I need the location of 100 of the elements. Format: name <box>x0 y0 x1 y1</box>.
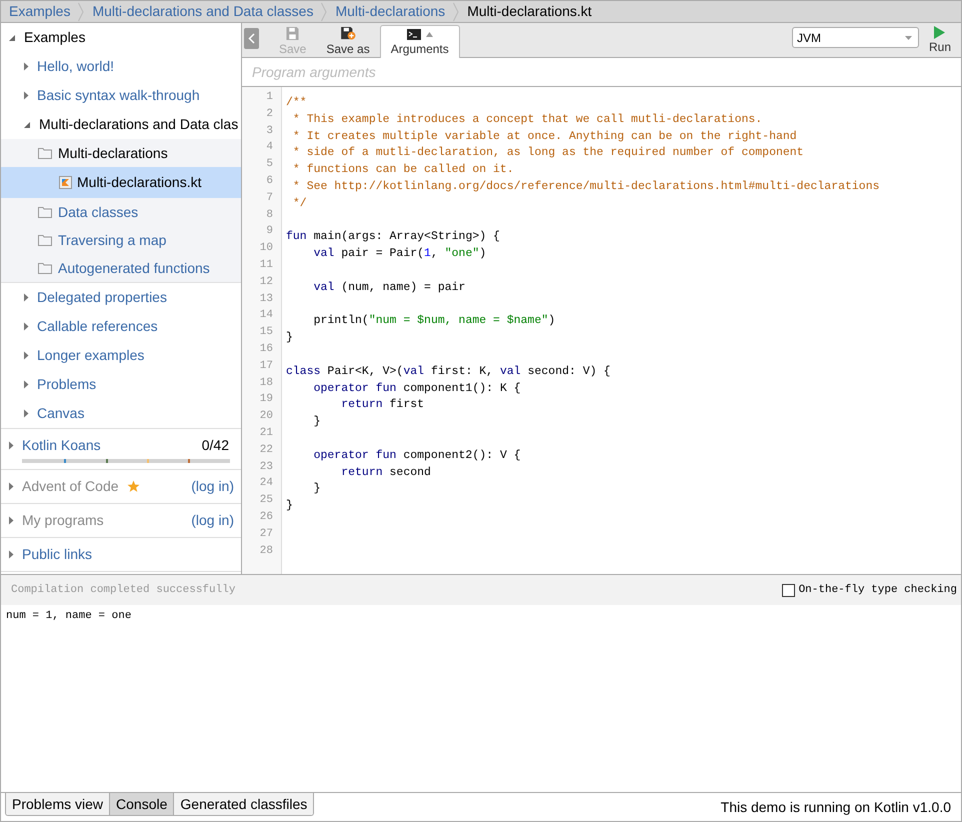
line-number: 19 <box>258 392 274 408</box>
line-number: 27 <box>258 526 274 542</box>
folder-item[interactable]: Traversing a map <box>58 230 166 250</box>
line-number: 13 <box>258 292 274 307</box>
folder-icon <box>38 147 52 159</box>
code-line: * side of a mutli-declaration, as long as the required number of component <box>292 146 804 160</box>
breadcrumb-item[interactable]: Multi-declarations <box>327 1 454 22</box>
folder-icon <box>38 206 52 218</box>
target-select[interactable]: JVM <box>792 27 919 48</box>
collapsed-arrow-icon[interactable] <box>8 550 14 559</box>
line-number: 2 <box>265 106 274 122</box>
collapsed-arrow-icon[interactable] <box>23 293 29 302</box>
tree-item[interactable]: Examples <box>24 27 86 48</box>
tree-item[interactable]: Multi-declarations and Data clas <box>39 114 238 135</box>
folder-item[interactable]: Multi-declarations <box>58 142 168 164</box>
line-number: 6 <box>265 174 274 189</box>
line-number: 18 <box>258 376 274 391</box>
progress-count: 0/42 <box>202 436 230 455</box>
console-output: num = 1, name = one <box>6 609 132 624</box>
expanded-arrow-icon[interactable] <box>23 120 31 128</box>
console-tab[interactable]: Generated classfiles <box>173 793 314 815</box>
tree-item[interactable]: Delegated properties <box>37 287 167 308</box>
program-arguments-field[interactable]: Program arguments <box>242 58 961 87</box>
tree-item[interactable]: Problems <box>37 374 96 395</box>
collapsed-arrow-icon[interactable] <box>8 441 14 450</box>
section-title[interactable]: Kotlin Koans <box>22 435 101 456</box>
breadcrumb-separator-icon <box>453 2 460 22</box>
line-number: 7 <box>265 190 274 206</box>
code-line: * This example introduces a concept that we call mutli-declarations. <box>292 112 762 126</box>
toolbar-button[interactable]: Save as <box>316 24 380 57</box>
terminal-icon <box>406 29 421 40</box>
line-number: 17 <box>258 358 274 374</box>
collapsed-arrow-icon[interactable] <box>23 380 29 389</box>
caret-up-icon <box>426 32 433 37</box>
tree-item[interactable]: Hello, world! <box>37 56 114 77</box>
run-button[interactable]: Run <box>928 26 951 54</box>
collapsed-arrow-icon[interactable] <box>23 409 29 418</box>
line-number: 24 <box>258 476 274 492</box>
folder-item[interactable]: Autogenerated functions <box>58 258 210 278</box>
console-tab[interactable]: Problems view <box>6 793 110 815</box>
collapsed-arrow-icon[interactable] <box>23 322 29 331</box>
line-number: 3 <box>265 124 274 139</box>
breadcrumb-separator-icon <box>321 2 328 22</box>
breadcrumb-item: Multi-declarations.kt <box>466 2 593 21</box>
tree-item[interactable]: Canvas <box>37 403 84 424</box>
collapsed-arrow-icon[interactable] <box>23 351 29 360</box>
line-number: 11 <box>258 258 274 273</box>
line-number: 4 <box>265 140 274 156</box>
tree-item[interactable]: Longer examples <box>37 345 144 366</box>
breadcrumb-item[interactable]: Multi-declarations and Data classes <box>84 1 322 22</box>
collapsed-arrow-icon[interactable] <box>8 516 14 525</box>
collapsed-arrow-icon[interactable] <box>23 91 29 100</box>
line-number: 1 <box>265 90 274 105</box>
code-line: * It creates multiple variable at once. Anything can be on the right-hand <box>292 130 797 143</box>
collapse-sidebar-button[interactable] <box>244 28 259 49</box>
code-line: operator fun component2(): V { <box>312 448 521 462</box>
compile-status: Compilation completed successfully <box>11 582 236 598</box>
code-line: } <box>286 331 293 344</box>
line-number: 22 <box>258 442 274 458</box>
code-line: } <box>312 482 321 496</box>
play-icon <box>934 26 946 39</box>
version-notice: This demo is running on Kotlin v1.0.0 <box>720 798 951 817</box>
file-item[interactable]: Multi-declarations.kt <box>1 167 241 198</box>
line-number: 28 <box>258 544 274 559</box>
line-number: 23 <box>258 460 274 475</box>
dropdown-caret-icon <box>904 36 912 40</box>
toolbar-button[interactable]: Arguments <box>380 25 460 58</box>
code-line: println("num = $num, name = $name") <box>312 314 556 328</box>
code-line: /** <box>286 96 307 109</box>
code-line: return second <box>340 466 431 479</box>
code-line: */ <box>292 196 307 210</box>
line-number: 16 <box>258 342 274 357</box>
breadcrumb-separator-icon <box>78 2 84 22</box>
kotlin-file-icon <box>59 176 72 189</box>
type-checking-checkbox[interactable] <box>782 584 795 596</box>
collapsed-arrow-icon[interactable] <box>8 482 14 491</box>
collapsed-arrow-icon[interactable] <box>23 62 29 71</box>
line-number: 14 <box>258 308 274 324</box>
line-number: 9 <box>265 224 274 240</box>
folder-item[interactable]: Data classes <box>58 202 138 222</box>
tree-item[interactable]: Callable references <box>37 316 158 337</box>
breadcrumb-item[interactable]: Examples <box>1 1 78 22</box>
line-number: 20 <box>258 409 274 424</box>
chevron-left-icon <box>248 33 255 44</box>
code-line: val (num, name) = pair <box>312 280 466 294</box>
tree-item[interactable]: Basic syntax walk-through <box>37 85 200 106</box>
line-number: 15 <box>258 325 274 340</box>
folder-icon <box>38 234 52 246</box>
save-as-icon <box>340 27 357 40</box>
folder-icon <box>38 262 52 274</box>
section-title[interactable]: Public links <box>22 544 92 565</box>
line-number: 26 <box>258 510 274 525</box>
code-line: } <box>286 499 293 512</box>
expanded-arrow-icon[interactable] <box>8 34 16 42</box>
line-number: 25 <box>258 493 274 508</box>
code-line: class Pair<K, V>(val first: K, val second: V) { <box>286 364 610 378</box>
line-number: 8 <box>265 208 274 223</box>
type-checking-label[interactable]: On-the-fly type checking <box>798 582 957 598</box>
console-tab[interactable]: Console <box>109 793 174 815</box>
line-number: 21 <box>258 426 274 441</box>
